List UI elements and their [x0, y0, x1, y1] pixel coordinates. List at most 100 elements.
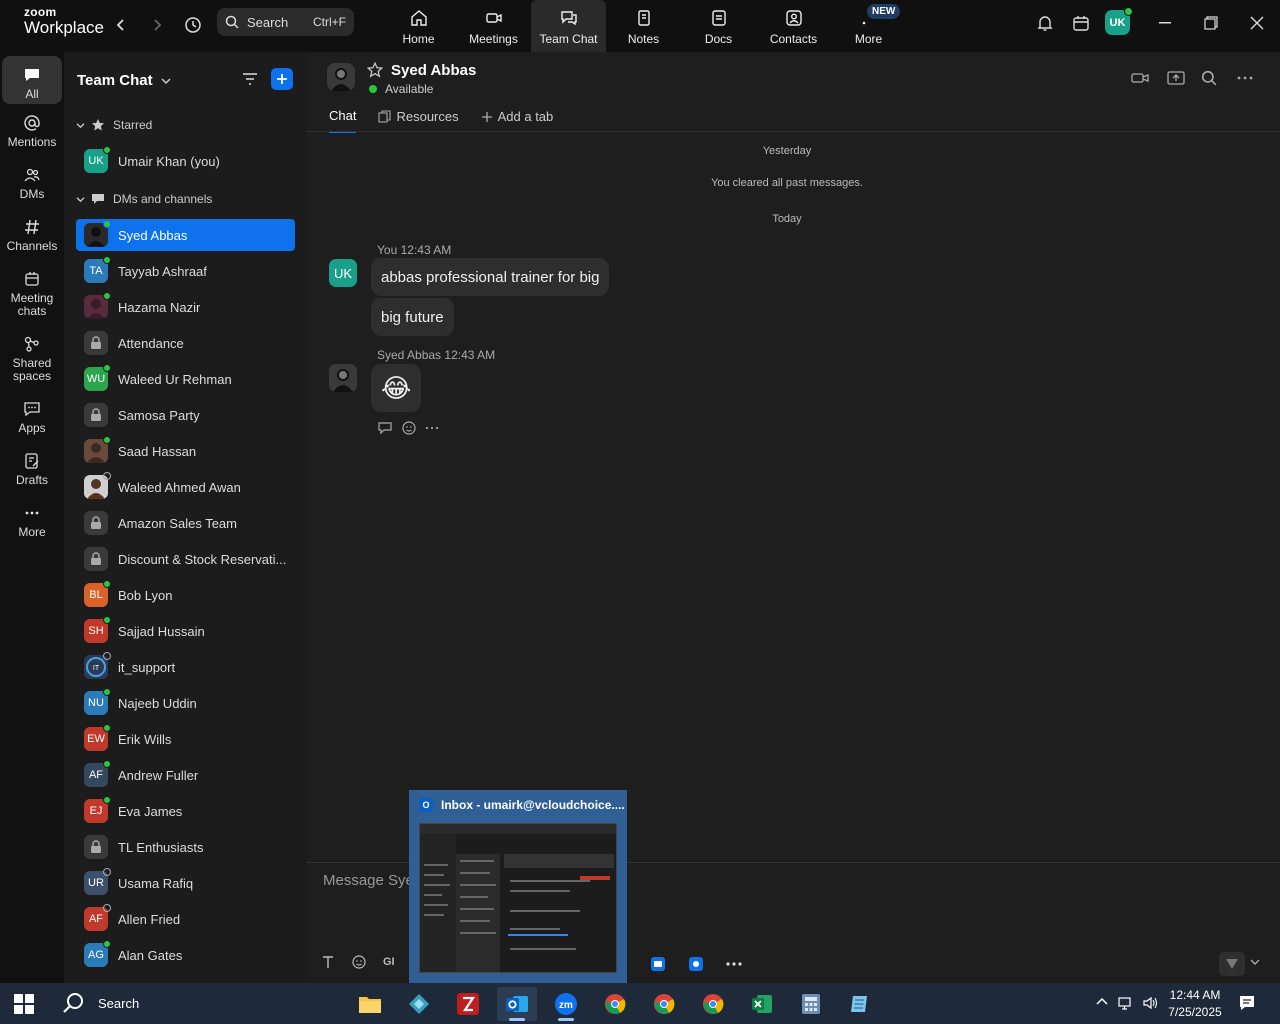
rail-item-meeting-chats[interactable]: Meeting chats — [2, 270, 62, 318]
emoji-icon[interactable] — [351, 954, 367, 970]
star-outline-icon[interactable] — [367, 62, 383, 78]
rail-item-drafts[interactable]: Drafts — [2, 452, 62, 487]
tab-home[interactable]: Home — [381, 0, 456, 52]
app-shortcut-icon[interactable] — [650, 956, 666, 972]
zoom-taskbar-icon[interactable]: zm — [546, 987, 586, 1021]
contact-item[interactable]: UR Usama Rafiq — [76, 867, 295, 899]
emoji-message[interactable]: 😂 — [371, 364, 422, 412]
contact-item[interactable]: TL Enthusiasts — [76, 831, 295, 863]
emoji-react-icon[interactable] — [401, 420, 417, 436]
chrome-icon-2[interactable] — [644, 987, 684, 1021]
contact-umair-khan[interactable]: UK Umair Khan (you) — [76, 145, 295, 177]
file-explorer-icon[interactable] — [350, 987, 390, 1021]
calculator-icon[interactable] — [791, 987, 831, 1021]
section-starred[interactable]: Starred — [76, 118, 152, 132]
contact-item[interactable]: Discount & Stock Reservati... — [76, 543, 295, 575]
excel-icon[interactable] — [742, 987, 782, 1021]
restore-icon[interactable] — [1199, 12, 1223, 34]
tab-meetings[interactable]: Meetings — [456, 0, 531, 52]
tab-notes[interactable]: Notes — [606, 0, 681, 52]
contact-item[interactable]: BL Bob Lyon — [76, 579, 295, 611]
message-bubble[interactable]: big future — [371, 298, 454, 336]
contact-item[interactable]: Amazon Sales Team — [76, 507, 295, 539]
sidebar-title[interactable]: Team Chat — [77, 72, 171, 89]
rail-item-apps[interactable]: Apps — [2, 400, 62, 435]
chat-search-icon[interactable] — [1201, 70, 1217, 86]
tab-contacts[interactable]: Contacts — [756, 0, 831, 52]
rail-item-all[interactable]: All — [2, 56, 62, 104]
tray-chevron-up-icon[interactable] — [1096, 995, 1108, 1009]
format-text-icon[interactable] — [321, 955, 335, 969]
contact-item[interactable]: AF Andrew Fuller — [76, 759, 295, 791]
rail-item-shared-spaces[interactable]: Shared spaces — [2, 335, 62, 383]
message-more-icon[interactable] — [425, 421, 439, 435]
video-call-icon[interactable] — [1131, 70, 1149, 86]
system-clock[interactable]: 12:44 AM 7/25/2025 — [1162, 987, 1228, 1021]
history-icon[interactable] — [182, 14, 204, 36]
taskbar-preview-popup[interactable]: O Inbox - umairk@vcloudchoice.... — [409, 790, 627, 983]
contact-item[interactable]: EW Erik Wills — [76, 723, 295, 755]
close-icon[interactable] — [1245, 12, 1269, 34]
contact-item[interactable]: AG Alan Gates — [76, 939, 295, 971]
avatar[interactable]: UK — [329, 259, 357, 287]
chat-avatar[interactable] — [327, 63, 355, 91]
user-avatar[interactable]: UK — [1105, 7, 1133, 35]
forward-arrow-icon[interactable] — [146, 14, 168, 36]
filezilla-icon[interactable] — [448, 987, 488, 1021]
notification-center-icon[interactable] — [1238, 994, 1256, 1012]
network-icon[interactable] — [1118, 995, 1134, 1011]
section-dms-channels[interactable]: DMs and channels — [76, 192, 212, 206]
contact-item[interactable]: Syed Abbas — [76, 219, 295, 251]
chat-title[interactable]: Syed Abbas — [391, 62, 476, 79]
outlook-taskbar-icon[interactable] — [497, 987, 537, 1021]
tab-more[interactable]: NEW More — [831, 0, 906, 52]
windows-start-icon[interactable] — [14, 994, 34, 1014]
search-input[interactable]: Search Ctrl+F — [217, 8, 354, 36]
contact-item[interactable]: Saad Hassan — [76, 435, 295, 467]
tab-docs[interactable]: Docs — [681, 0, 756, 52]
contact-item[interactable]: Waleed Ahmed Awan — [76, 471, 295, 503]
contact-item[interactable]: AF Allen Fried — [76, 903, 295, 935]
contact-item[interactable]: SH Sajjad Hussain — [76, 615, 295, 647]
contact-item[interactable]: EJ Eva James — [76, 795, 295, 827]
app-shortcut-icon-2[interactable] — [688, 956, 704, 972]
notepad-icon[interactable] — [840, 987, 880, 1021]
tab-add[interactable]: Add a tab — [481, 108, 553, 133]
calendar-app-icon[interactable] — [1070, 12, 1092, 34]
contact-item[interactable]: NU Najeeb Uddin — [76, 687, 295, 719]
reply-icon[interactable] — [377, 421, 393, 435]
chrome-icon[interactable] — [595, 987, 635, 1021]
send-button[interactable] — [1219, 952, 1245, 976]
chrome-icon-3[interactable] — [693, 987, 733, 1021]
tab-resources[interactable]: Resources — [378, 108, 459, 133]
taskbar-search[interactable]: Search — [62, 992, 139, 1014]
new-chat-button[interactable] — [271, 68, 293, 90]
rail-item-channels[interactable]: Channels — [2, 218, 62, 253]
rail-item-mentions[interactable]: Mentions — [2, 114, 62, 149]
contact-item[interactable]: TA Tayyab Ashraaf — [76, 255, 295, 287]
contact-item[interactable]: Hazama Nazir — [76, 291, 295, 323]
message-bubble[interactable]: abbas professional trainer for big — [371, 258, 610, 296]
contact-item[interactable]: Samosa Party — [76, 399, 295, 431]
toolbar-more-icon[interactable] — [725, 956, 743, 972]
bell-icon[interactable] — [1034, 12, 1056, 34]
tab-team-chat[interactable]: Team Chat — [531, 0, 606, 52]
avatar-initials: UR — [88, 877, 104, 889]
contact-item[interactable]: WU Waleed Ur Rehman — [76, 363, 295, 395]
rail-item-dms[interactable]: DMs — [2, 166, 62, 201]
message-input[interactable]: Message Sye — [323, 872, 414, 889]
app-diamond-icon[interactable] — [399, 987, 439, 1021]
gif-button[interactable]: GI — [383, 956, 395, 968]
contact-item[interactable]: IT it_support — [76, 651, 295, 683]
chat-more-icon[interactable] — [1237, 70, 1253, 86]
minimize-icon[interactable] — [1153, 12, 1177, 34]
share-screen-icon[interactable] — [1167, 70, 1185, 86]
rail-item-more[interactable]: More — [2, 504, 62, 539]
filter-icon[interactable] — [241, 70, 259, 88]
volume-icon[interactable] — [1142, 995, 1158, 1011]
back-arrow-icon[interactable] — [110, 14, 132, 36]
avatar[interactable] — [329, 364, 357, 392]
tab-chat[interactable]: Chat — [329, 108, 357, 133]
send-options-chevron-icon[interactable] — [1250, 958, 1260, 966]
contact-item[interactable]: Attendance — [76, 327, 295, 359]
